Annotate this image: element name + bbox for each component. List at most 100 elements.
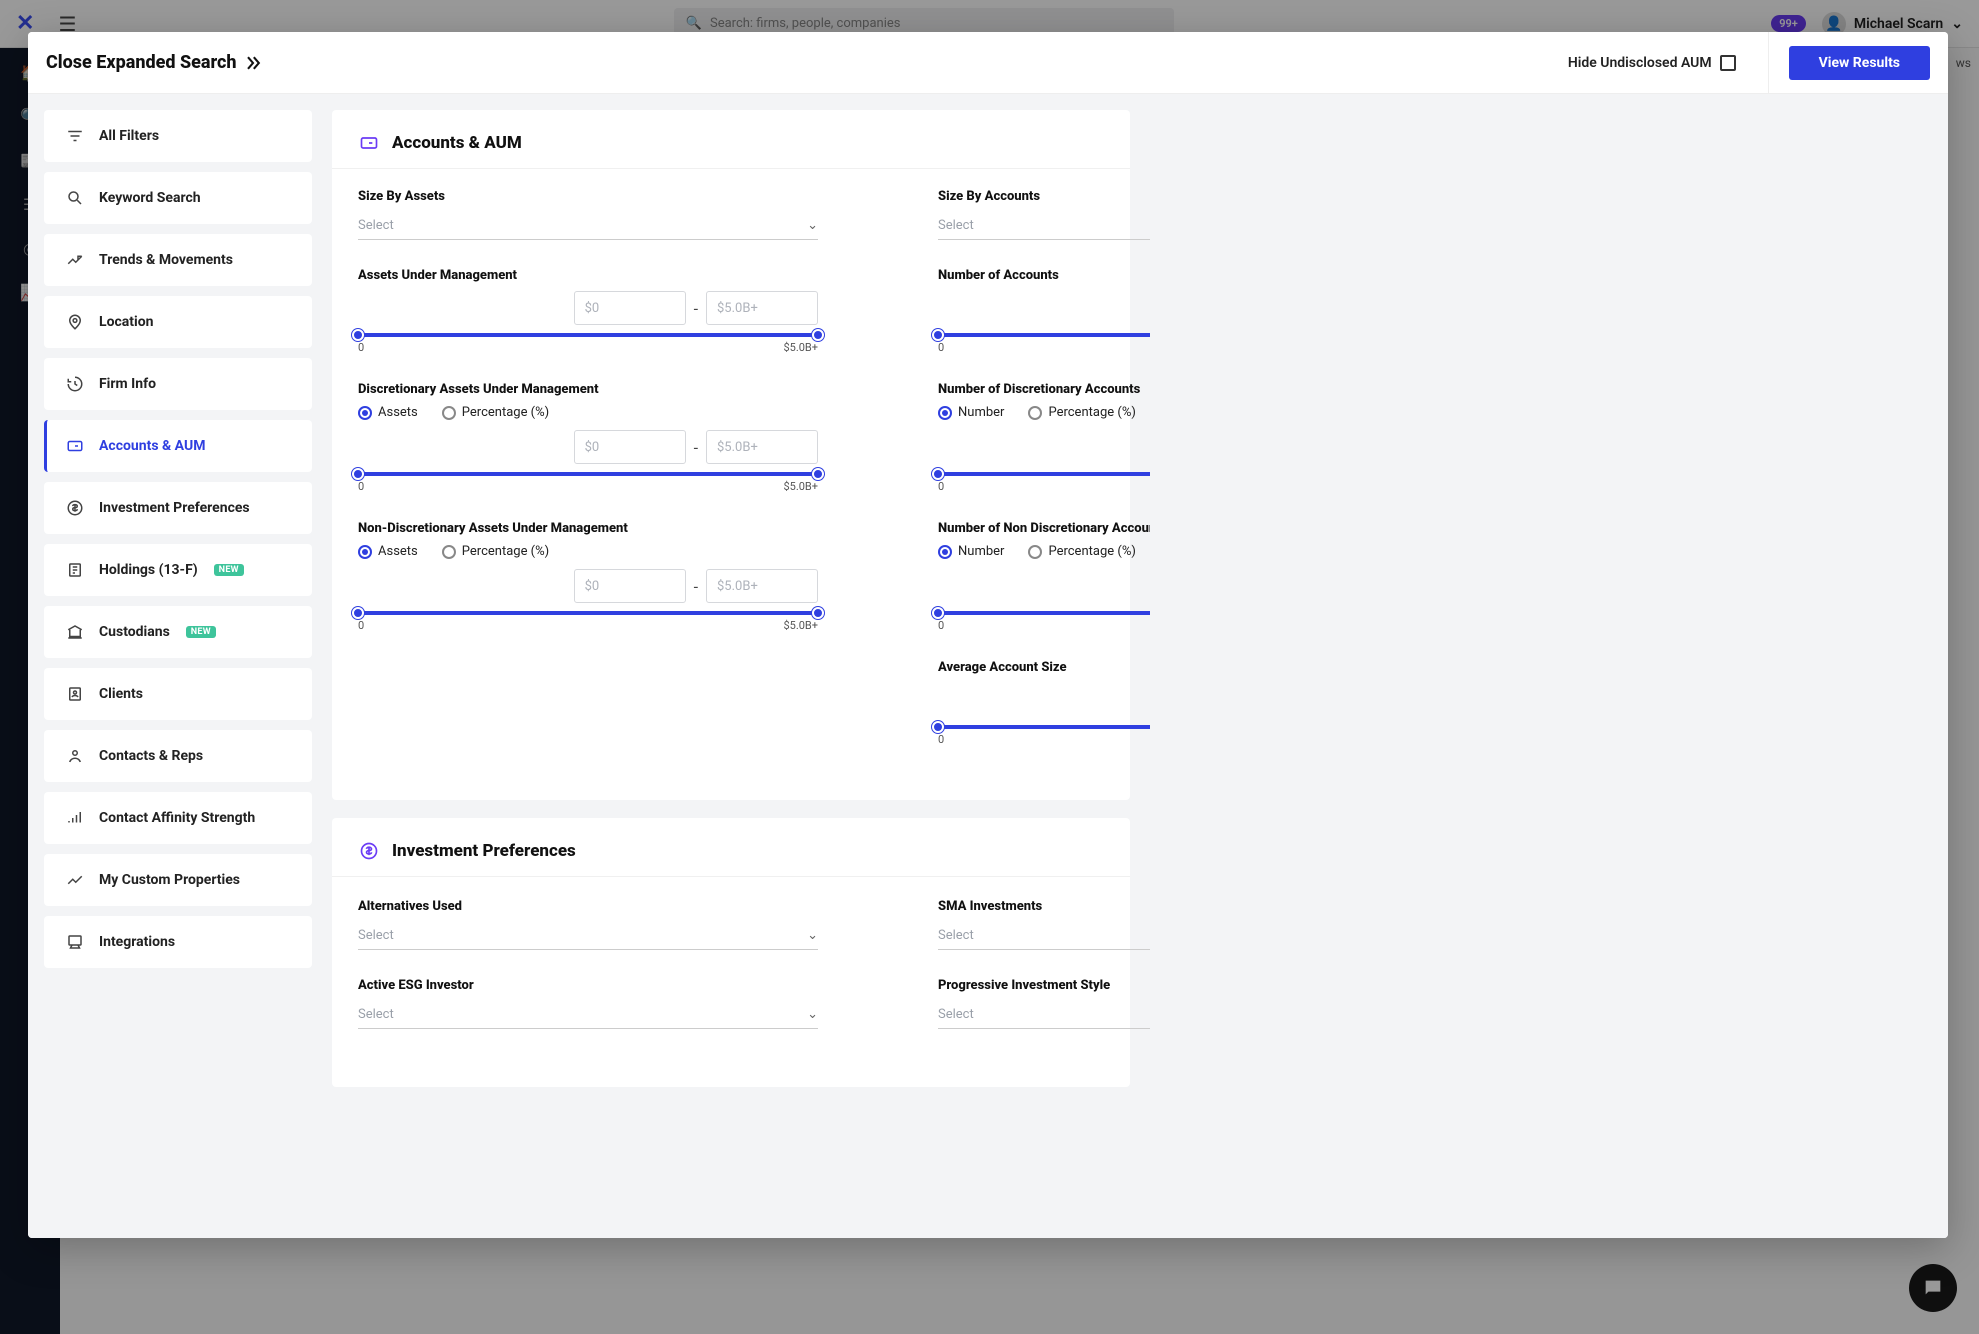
num-disc-radio-number[interactable]: Number xyxy=(938,405,1004,420)
field-label: Assets Under Management xyxy=(358,268,818,283)
ndisc-radio-percentage[interactable]: Percentage (%) xyxy=(442,544,549,559)
chevron-double-right-icon xyxy=(243,53,263,73)
sidebar-item-custodians[interactable]: Custodians NEW xyxy=(44,606,312,658)
disc-radio-percentage[interactable]: Percentage (%) xyxy=(442,405,549,420)
view-results-button[interactable]: View Results xyxy=(1789,46,1930,80)
num-ndisc-slider[interactable] xyxy=(938,611,1150,615)
slider-handle-right[interactable] xyxy=(812,468,824,480)
slider-handle-left[interactable] xyxy=(932,607,944,619)
num-accounts-slider[interactable] xyxy=(938,333,1150,337)
slider-handle-left[interactable] xyxy=(352,329,364,341)
slider-handle-left[interactable] xyxy=(352,607,364,619)
radio-icon xyxy=(1028,545,1042,559)
avg-size-slider[interactable] xyxy=(938,725,1150,729)
radio-icon xyxy=(1028,406,1042,420)
sidebar-item-firm-info[interactable]: Firm Info xyxy=(44,358,312,410)
right-column: Size By Accounts Select ⌄ Number of Acco… xyxy=(938,189,1150,774)
field-label: SMA Investments xyxy=(938,899,1150,914)
slider-min: 0 xyxy=(358,619,364,632)
num-disc-field: Number of Discretionary Accounts Number … xyxy=(938,382,1150,493)
disc-radio-assets[interactable]: Assets xyxy=(358,405,418,420)
history-icon xyxy=(65,374,85,394)
modal-body: All Filters Keyword Search Trends & Move… xyxy=(28,94,1948,1238)
field-label: Progressive Investment Style xyxy=(938,978,1150,993)
ndisc-radio-assets[interactable]: Assets xyxy=(358,544,418,559)
sidebar-item-custom-properties[interactable]: My Custom Properties xyxy=(44,854,312,906)
field-label: Number of Discretionary Accounts xyxy=(938,382,1150,397)
field-label: Discretionary Assets Under Management xyxy=(358,382,818,397)
field-label: Average Account Size xyxy=(938,660,1150,675)
aum-field: Assets Under Management - 0$5.0B+ xyxy=(358,268,818,354)
slider-handle-left[interactable] xyxy=(352,468,364,480)
sidebar-item-label: Keyword Search xyxy=(99,190,201,206)
slider-min: 0 xyxy=(938,341,944,354)
radio-icon xyxy=(442,545,456,559)
trend-icon xyxy=(65,250,85,270)
sidebar-item-location[interactable]: Location xyxy=(44,296,312,348)
sidebar-item-label: Clients xyxy=(99,686,143,702)
size-by-assets-select[interactable]: Select ⌄ xyxy=(358,212,818,240)
sidebar-item-investment-preferences[interactable]: Investment Preferences xyxy=(44,482,312,534)
sidebar-item-integrations[interactable]: Integrations xyxy=(44,916,312,968)
select-placeholder: Select xyxy=(358,218,394,233)
sidebar-item-contacts-reps[interactable]: Contacts & Reps xyxy=(44,730,312,782)
slider-max: $5.0B+ xyxy=(783,341,818,354)
num-ndisc-radio-number[interactable]: Number xyxy=(938,544,1004,559)
card-title: Investment Preferences xyxy=(392,841,576,861)
aum-min-input[interactable] xyxy=(574,291,686,325)
ndisc-max-input[interactable] xyxy=(706,569,818,603)
sidebar-item-label: Custodians xyxy=(99,624,170,640)
sma-select[interactable]: Select ⌄ xyxy=(938,922,1150,950)
close-expanded-search[interactable]: Close Expanded Search xyxy=(46,52,263,73)
aum-slider[interactable] xyxy=(358,333,818,337)
sidebar-item-label: Contacts & Reps xyxy=(99,748,203,764)
holdings-icon xyxy=(65,560,85,580)
slider-handle-left[interactable] xyxy=(932,329,944,341)
sidebar-item-label: Contact Affinity Strength xyxy=(99,810,255,826)
sidebar-item-label: Investment Preferences xyxy=(99,500,250,516)
num-disc-radio-percentage[interactable]: Percentage (%) xyxy=(1028,405,1135,420)
sidebar-item-holdings[interactable]: Holdings (13-F) NEW xyxy=(44,544,312,596)
slider-handle-right[interactable] xyxy=(812,329,824,341)
investment-preferences-card: Investment Preferences Alternatives Used… xyxy=(332,818,1130,1087)
sidebar-item-trends[interactable]: Trends & Movements xyxy=(44,234,312,286)
disc-max-input[interactable] xyxy=(706,430,818,464)
size-by-accounts-select[interactable]: Select ⌄ xyxy=(938,212,1150,240)
field-label: Number of Non Discretionary Accounts xyxy=(938,521,1150,536)
slider-handle-left[interactable] xyxy=(932,468,944,480)
hide-undisclosed-aum-toggle[interactable]: Hide Undisclosed AUM xyxy=(1568,55,1736,71)
num-disc-slider[interactable] xyxy=(938,472,1150,476)
modal-overlay: Close Expanded Search Hide Undisclosed A… xyxy=(0,0,1979,1334)
alternatives-used-select[interactable]: Select ⌄ xyxy=(358,922,818,950)
ndisc-slider[interactable] xyxy=(358,611,818,615)
slider-handle-left[interactable] xyxy=(932,721,944,733)
sidebar-item-label: Accounts & AUM xyxy=(99,438,205,454)
slider-handle-right[interactable] xyxy=(812,607,824,619)
slider-min: 0 xyxy=(358,480,364,493)
num-ndisc-radio-percentage[interactable]: Percentage (%) xyxy=(1028,544,1135,559)
filter-sidebar: All Filters Keyword Search Trends & Move… xyxy=(28,94,328,1238)
hide-aum-label: Hide Undisclosed AUM xyxy=(1568,55,1712,71)
sidebar-item-affinity[interactable]: Contact Affinity Strength xyxy=(44,792,312,844)
field-label: Alternatives Used xyxy=(358,899,818,914)
esg-select[interactable]: Select ⌄ xyxy=(358,1001,818,1029)
progressive-style-select[interactable]: Select ⌄ xyxy=(938,1001,1150,1029)
sidebar-item-label: Trends & Movements xyxy=(99,252,233,268)
person-icon xyxy=(65,746,85,766)
modal-header: Close Expanded Search Hide Undisclosed A… xyxy=(28,32,1948,94)
sidebar-item-label: My Custom Properties xyxy=(99,872,240,888)
main-panel: Accounts & AUM Size By Assets Select ⌄ xyxy=(328,94,1150,1238)
clients-icon xyxy=(65,684,85,704)
aum-max-input[interactable] xyxy=(706,291,818,325)
sidebar-item-accounts-aum[interactable]: Accounts & AUM xyxy=(44,420,312,472)
sidebar-item-keyword-search[interactable]: Keyword Search xyxy=(44,172,312,224)
ndisc-min-input[interactable] xyxy=(574,569,686,603)
slider-min: 0 xyxy=(358,341,364,354)
radio-icon xyxy=(442,406,456,420)
sidebar-item-clients[interactable]: Clients xyxy=(44,668,312,720)
disc-slider[interactable] xyxy=(358,472,818,476)
card-title: Accounts & AUM xyxy=(392,133,522,153)
disc-min-input[interactable] xyxy=(574,430,686,464)
sidebar-item-all-filters[interactable]: All Filters xyxy=(44,110,312,162)
divider xyxy=(1768,32,1769,94)
